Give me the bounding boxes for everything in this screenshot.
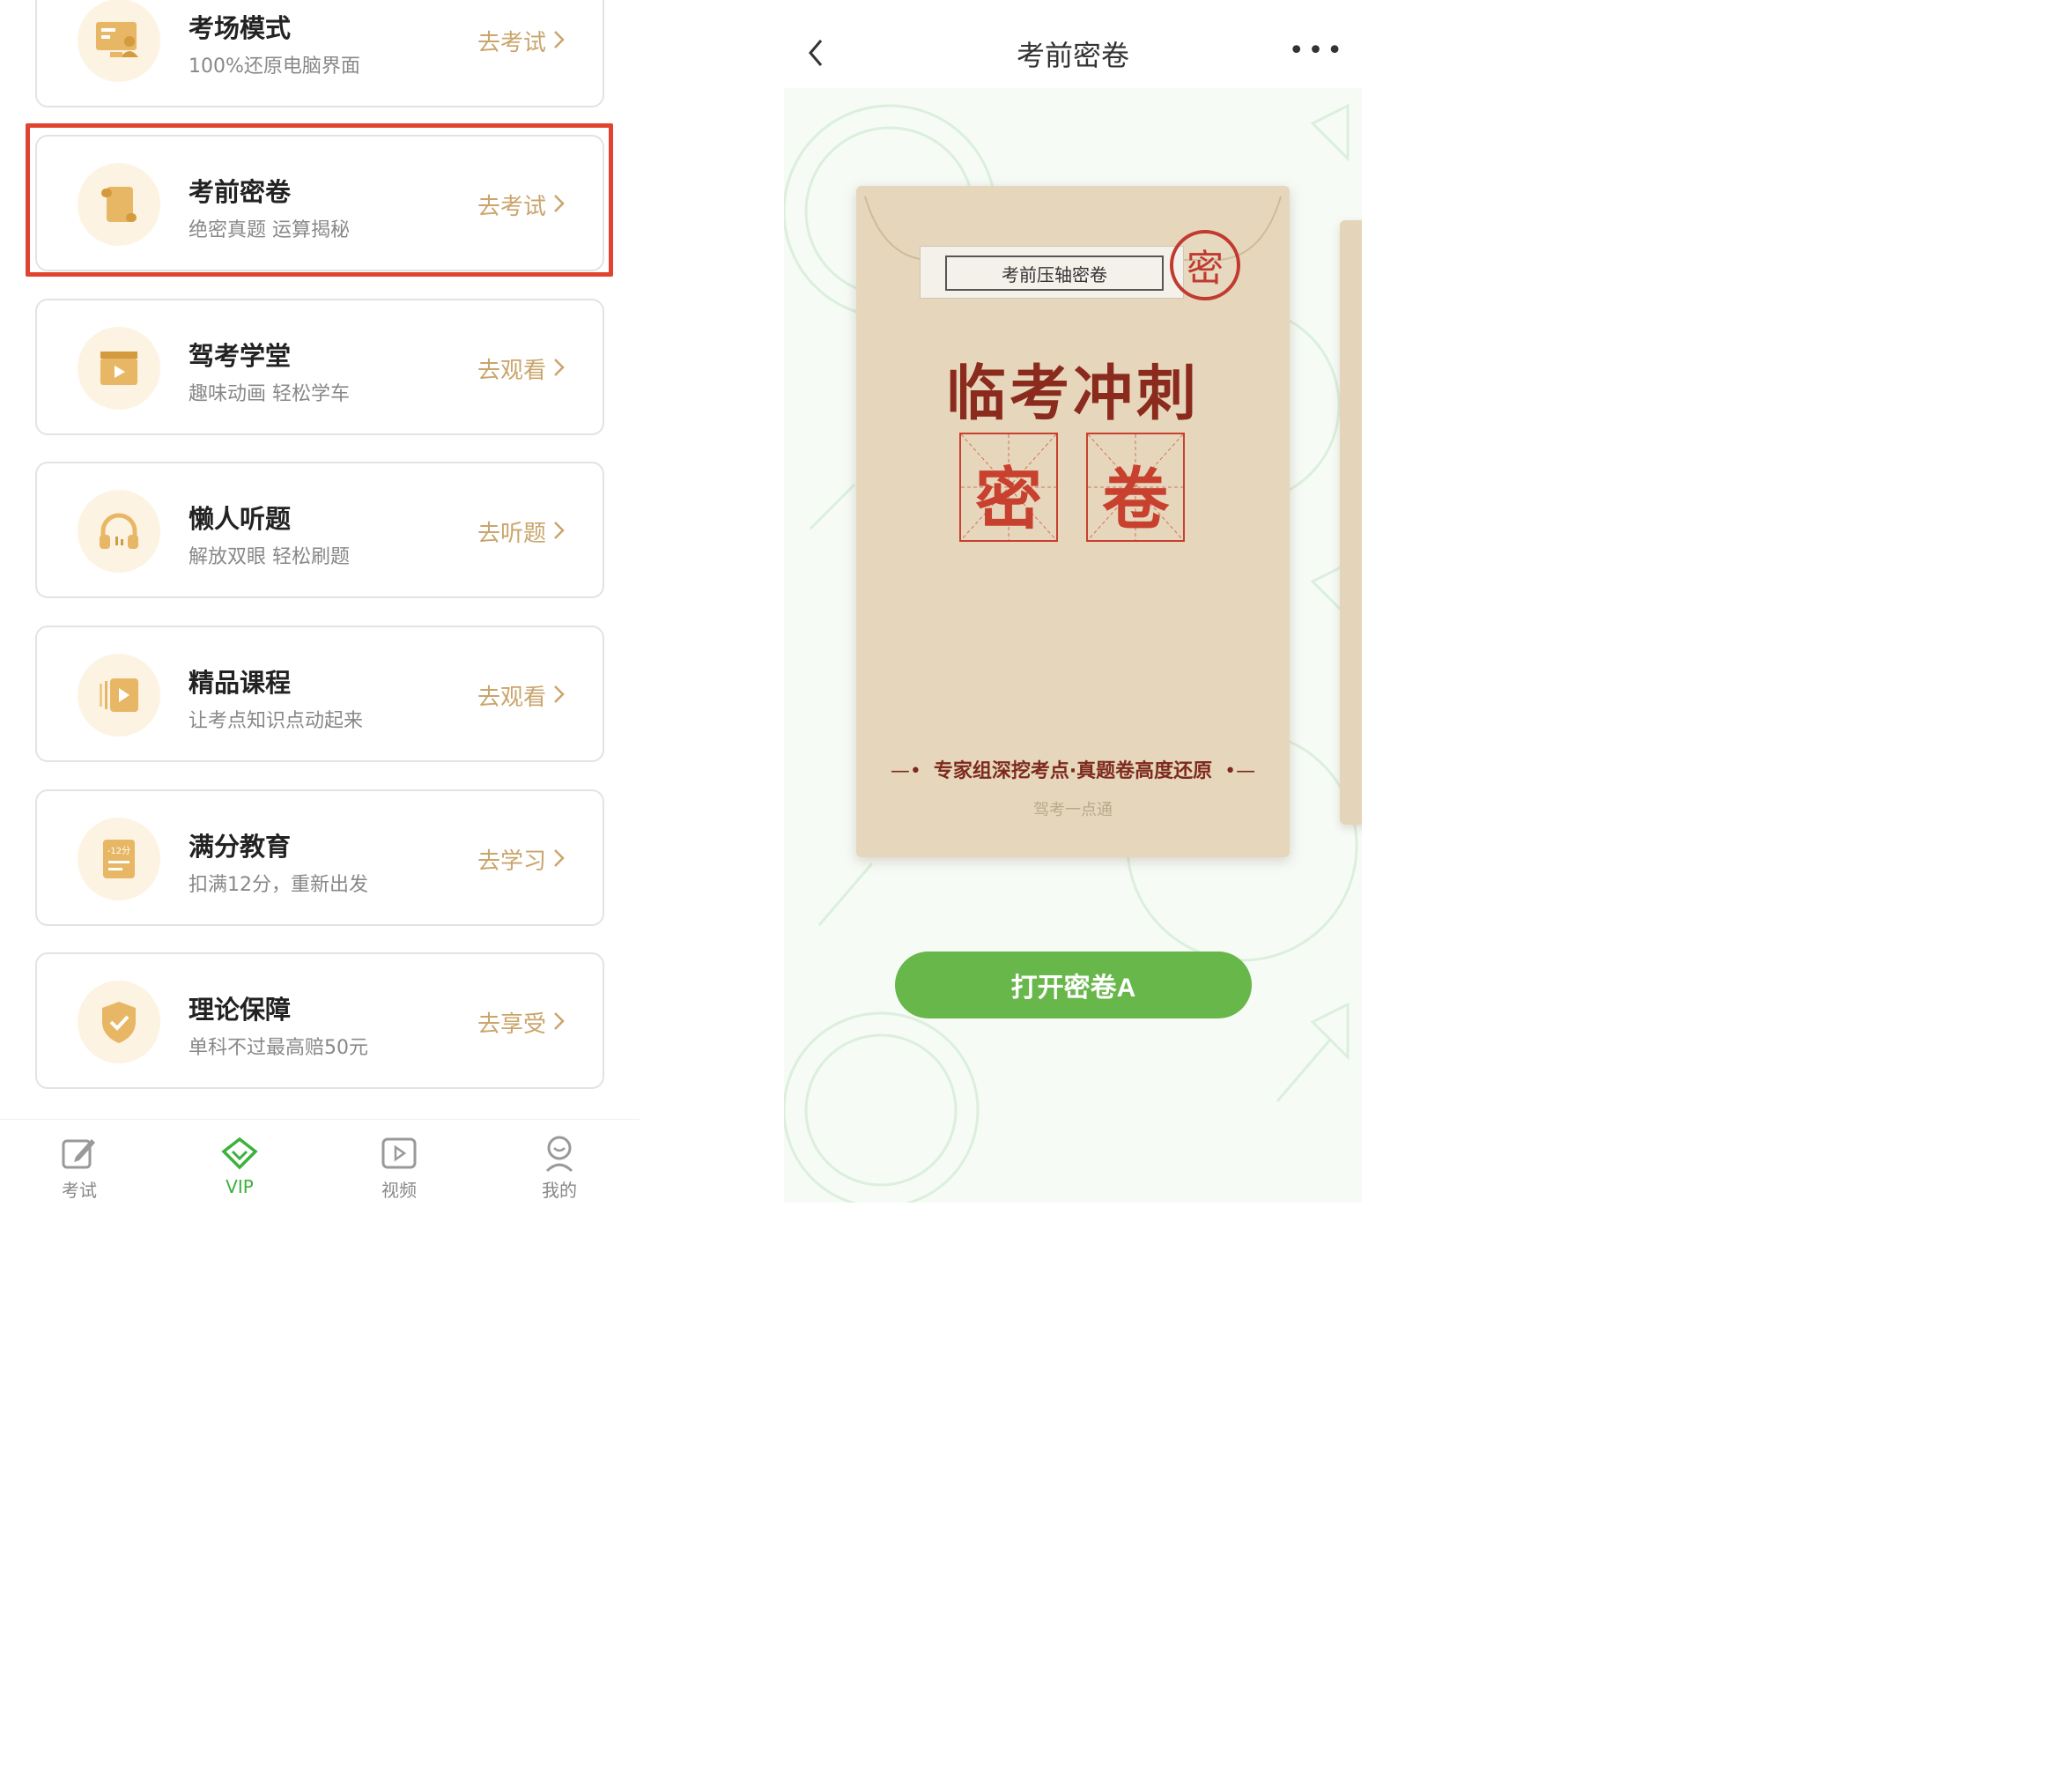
card-subtitle: 趣味动画 轻松学车	[189, 383, 350, 405]
edit-icon	[62, 1139, 95, 1169]
computer-exam-icon	[78, 0, 160, 82]
card-title: 理论保障	[189, 995, 292, 1025]
card-title: 精品课程	[189, 668, 292, 698]
tab-label: 我的	[542, 1180, 577, 1201]
card-full-score-education[interactable]: -12分 满分教育 扣满12分，重新出发 去学习	[35, 789, 604, 926]
tagline-text: 专家组深挖考点·真题卷高度还原	[933, 760, 1213, 782]
grid-char-box: 卷	[1086, 433, 1185, 542]
card-subtitle: 让考点知识点动起来	[189, 710, 364, 732]
card-title: 考场模式	[189, 13, 292, 43]
card-title: 驾考学堂	[189, 341, 292, 371]
arrow-right-icon: •—	[1212, 760, 1256, 782]
envelope-label-text: 考前压轴密卷	[945, 255, 1164, 291]
card-exam-room-mode[interactable]: 考场模式 100%还原电脑界面 去考试	[35, 0, 604, 107]
bottom-tab-bar: 考试 VIP 视频 我的	[0, 1119, 640, 1203]
tab-exam[interactable]: 考试	[26, 1134, 132, 1202]
video-play-icon	[78, 654, 160, 737]
chevron-right-icon	[554, 685, 565, 703]
card-action-link[interactable]: 去观看	[477, 352, 546, 385]
more-menu-icon[interactable]: •••	[1289, 38, 1346, 64]
tab-label: 考试	[62, 1180, 97, 1201]
diamond-icon	[221, 1137, 258, 1170]
chevron-right-icon	[554, 359, 565, 376]
seal-stamp: 密	[1170, 230, 1240, 300]
shield-check-icon	[78, 981, 160, 1063]
brand-name: 驾考一点通	[1033, 801, 1113, 819]
card-action-link[interactable]: 去考试	[477, 25, 546, 57]
card-action-link[interactable]: 去学习	[477, 843, 546, 876]
user-icon	[545, 1136, 573, 1173]
open-paper-button[interactable]: 打开密卷A	[895, 952, 1252, 1018]
card-subtitle: 解放双眼 轻松刷题	[189, 546, 350, 568]
chevron-right-icon	[554, 1012, 565, 1030]
card-driving-school[interactable]: 驾考学堂 趣味动画 轻松学车 去观看	[35, 299, 604, 435]
card-action-link[interactable]: 去观看	[477, 679, 546, 712]
card-lazy-listening[interactable]: 懒人听题 解放双眼 轻松刷题 去听题	[35, 462, 604, 598]
card-subtitle: 扣满12分，重新出发	[189, 874, 368, 896]
headphones-icon	[78, 490, 160, 573]
grid-char: 密	[975, 460, 1042, 538]
card-premium-courses[interactable]: 精品课程 让考点知识点动起来 去观看	[35, 626, 604, 762]
clapperboard-icon	[78, 327, 160, 410]
vip-service-list-screen: 考场模式 100%还原电脑界面 去考试 考前密卷 绝密真题 运算揭秘 去考试 驾…	[0, 0, 640, 1203]
tab-label: VIP	[226, 1176, 254, 1197]
secret-paper-screen: 考前密卷 ••• 考前压轴密卷 密 临考冲刺 密 卷 —• 专家组深挖考点·真题…	[784, 0, 1362, 1203]
top-nav-bar: 考前密卷 •••	[784, 0, 1362, 88]
card-title: 懒人听题	[189, 504, 292, 534]
penalty-doc-icon: -12分	[78, 818, 160, 900]
chevron-right-icon	[554, 522, 565, 539]
grid-char-box: 密	[959, 433, 1058, 542]
next-envelope-peek[interactable]	[1340, 220, 1362, 825]
envelope-tagline: —• 专家组深挖考点·真题卷高度还原 •—	[856, 755, 1290, 783]
card-subtitle: 100%还原电脑界面	[189, 56, 360, 78]
page-title: 考前密卷	[1016, 39, 1129, 72]
secret-paper-envelope[interactable]: 考前压轴密卷 密 临考冲刺 密 卷 —• 专家组深挖考点·真题卷高度还原 •— …	[856, 186, 1290, 857]
tab-vip[interactable]: VIP	[187, 1134, 292, 1197]
card-subtitle: 单科不过最高赔50元	[189, 1037, 368, 1059]
tab-label: 视频	[381, 1180, 417, 1201]
chevron-right-icon	[554, 31, 565, 48]
grid-char: 卷	[1102, 460, 1169, 538]
tab-mine[interactable]: 我的	[507, 1134, 612, 1202]
arrow-left-icon: —•	[890, 760, 934, 782]
card-action-link[interactable]: 去享受	[477, 1006, 546, 1039]
card-theory-guarantee[interactable]: 理论保障 单科不过最高赔50元 去享受	[35, 952, 604, 1089]
card-action-link[interactable]: 去听题	[477, 515, 546, 548]
chevron-right-icon	[554, 849, 565, 867]
video-icon	[381, 1137, 417, 1169]
tab-video[interactable]: 视频	[346, 1134, 452, 1202]
penalty-doc-label: -12分	[107, 846, 130, 856]
card-title: 满分教育	[189, 832, 292, 862]
envelope-label: 考前压轴密卷	[920, 246, 1184, 299]
envelope-title: 临考冲刺	[945, 359, 1200, 429]
selection-highlight-box	[26, 123, 613, 277]
